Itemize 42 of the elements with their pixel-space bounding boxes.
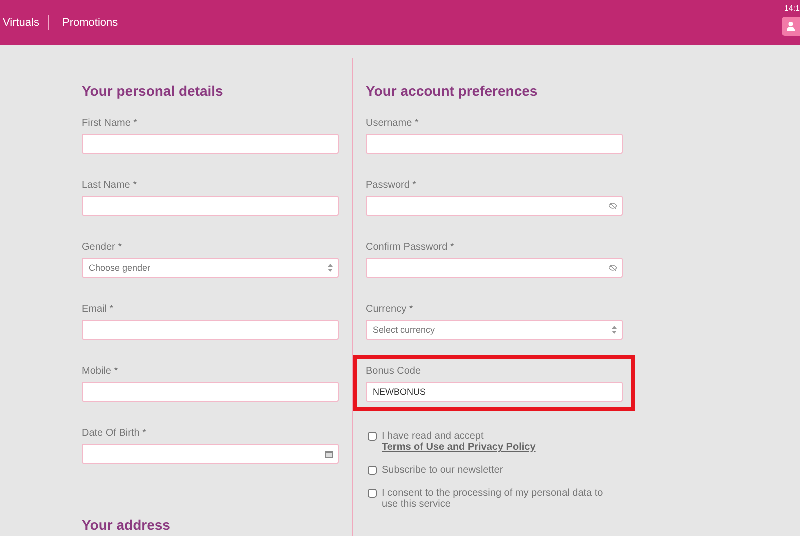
checkbox-label: I consent to the processing of my personal data to use this service: [382, 488, 604, 510]
clock-time: 14:1: [784, 4, 800, 13]
checkbox[interactable]: [368, 466, 377, 475]
checkbox[interactable]: [368, 432, 377, 441]
user-icon: [787, 22, 795, 31]
sort-icon: [612, 326, 617, 334]
checkbox-label: Subscribe to our newsletter: [382, 465, 504, 476]
field-label: Email *: [82, 303, 115, 317]
input-field[interactable]: [82, 134, 339, 154]
input-field[interactable]: NEWBONUS: [366, 382, 623, 402]
checkbox-label: I have read and accept Terms of Use and Privacy Policy: [382, 431, 537, 453]
user-button[interactable]: [782, 17, 800, 36]
checkbox[interactable]: [368, 489, 377, 498]
section-heading: Your address: [82, 516, 172, 535]
input-field[interactable]: [82, 444, 339, 464]
field-label: Username *: [366, 117, 420, 131]
input-field[interactable]: [82, 320, 339, 340]
input-field[interactable]: [366, 196, 623, 216]
field-label: Bonus Code: [366, 365, 422, 379]
section-heading: Your personal details: [82, 82, 224, 101]
input-field[interactable]: [82, 382, 339, 402]
section-heading: Your account preferences: [366, 82, 539, 101]
eye-slash-icon[interactable]: [609, 203, 617, 209]
field-label: Confirm Password *: [366, 241, 456, 255]
input-field[interactable]: [82, 196, 339, 216]
sort-icon: [328, 264, 333, 272]
calendar-icon[interactable]: [325, 450, 333, 458]
field-label: Currency *: [366, 303, 414, 317]
field-label: Gender *: [82, 241, 124, 255]
nav-link[interactable]: Promotions: [59, 16, 128, 28]
field-label: Password *: [366, 179, 418, 193]
input-field[interactable]: [366, 258, 623, 278]
nav-link[interactable]: Virtuals: [0, 16, 48, 28]
eye-slash-icon[interactable]: [609, 265, 617, 271]
field-label: First Name *: [82, 117, 139, 131]
select-field[interactable]: Select currency: [366, 320, 623, 340]
field-label: Mobile *: [82, 365, 120, 379]
field-label: Date Of Birth *: [82, 427, 148, 441]
select-field[interactable]: Choose gender: [82, 258, 339, 278]
terms-link[interactable]: Terms of Use and Privacy Policy: [382, 442, 536, 453]
field-label: Last Name *: [82, 179, 138, 193]
input-field[interactable]: [366, 134, 623, 154]
